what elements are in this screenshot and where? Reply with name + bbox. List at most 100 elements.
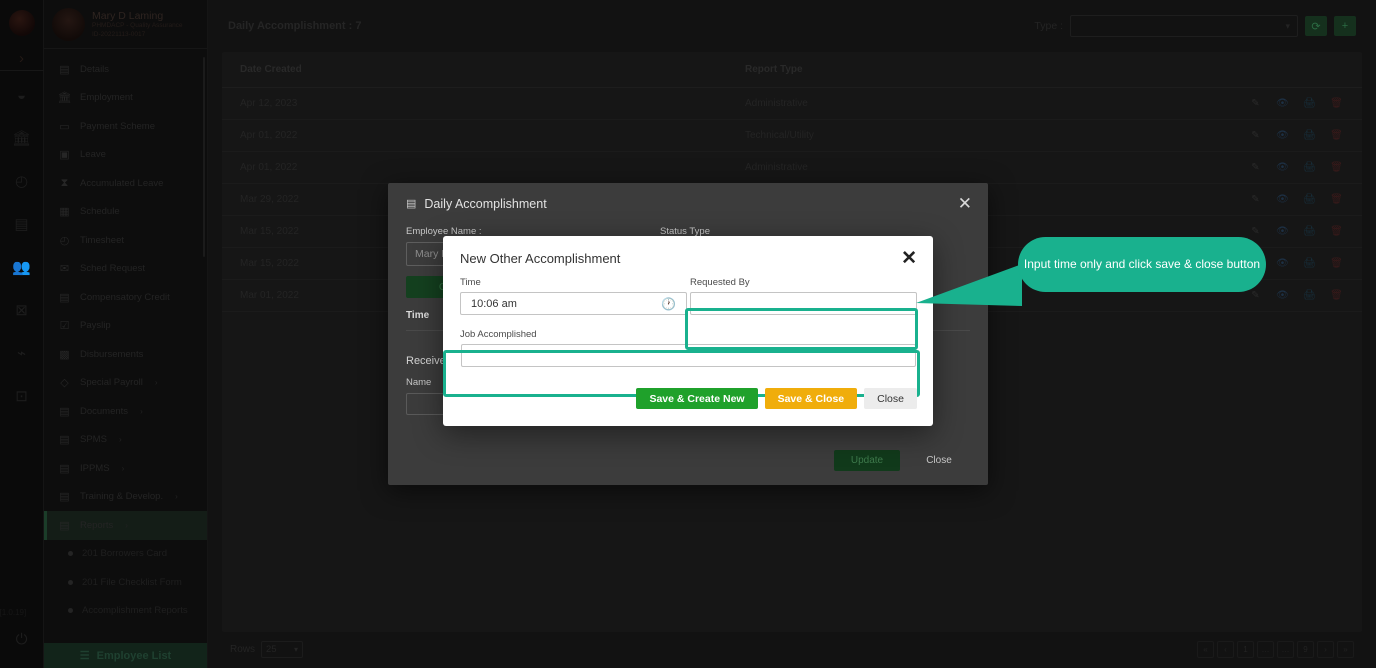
bank-icon[interactable]: 🏛 [0,124,44,152]
people-icon[interactable]: 👥 [0,253,44,281]
time-value: 10:06 am [471,297,517,310]
sidebar-item-spms[interactable]: ▤ SPMS › [44,426,207,455]
chevron-right-icon: › [121,463,125,473]
sidebar-item-label: IPPMS [80,462,110,474]
refresh-button[interactable]: ⟳ [1305,16,1327,36]
delete-icon[interactable]: 🗑 [1330,290,1343,301]
delete-icon[interactable]: 🗑 [1330,226,1343,237]
chevron-down-icon: ▾ [1285,20,1290,31]
requested-by-input[interactable] [690,292,917,315]
sidebar-item-employment[interactable]: 🏛 Employment [44,84,207,113]
dialog-close-button[interactable]: Close [908,450,970,471]
pagination-button[interactable]: 9 [1297,640,1314,658]
rows-per-page-select[interactable]: 25 ▾ [261,640,304,658]
sidebar-item-special-payroll[interactable]: ◇ Special Payroll › [44,369,207,398]
clock-icon[interactable]: ◴ [0,167,44,195]
view-icon[interactable]: 👁 [1276,130,1289,141]
delete-icon[interactable]: 🗑 [1330,194,1343,205]
table-row[interactable]: Apr 01, 2022 Technical/Utility ✎ 👁 🖨 🗑 [222,119,1362,152]
job-accomplished-input[interactable] [461,344,916,367]
sidebar-item-training-development[interactable]: ▤ Training & Develop. › [44,483,207,512]
sidebar-subitem-accomplishment-reports[interactable]: Accomplishment Reports [44,597,207,626]
view-icon[interactable]: 👁 [1276,290,1289,301]
edit-icon[interactable]: ✎ [1250,162,1261,173]
edit-icon[interactable]: ✎ [1250,226,1261,237]
view-icon[interactable]: 👁 [1276,258,1289,269]
dialog-header: ▤ Daily Accomplishment ✕ [388,183,988,212]
delete-icon[interactable]: 🗑 [1330,258,1343,269]
sidebar-item-disbursements[interactable]: ▩ Disbursements [44,340,207,369]
time-input[interactable]: 10:06 am 🕐 [460,292,687,315]
sidebar-item-label: Details [80,63,110,75]
card-icon[interactable]: ▤ [0,210,44,238]
pagination-button[interactable]: 1 [1237,640,1254,658]
view-icon[interactable]: 👁 [1276,194,1289,205]
employment-icon: 🏛 [57,92,72,105]
sidebar-item-leave[interactable]: ▣ Leave [44,141,207,170]
delete-icon[interactable]: 🗑 [1330,162,1343,173]
edit-icon[interactable]: ✎ [1250,194,1261,205]
sidebar-item-payslip[interactable]: ☑ Payslip [44,312,207,341]
add-button[interactable]: + [1334,16,1356,36]
time-label: Time [460,277,481,288]
sidebar-item-accumulated-leave[interactable]: ⧗ Accumulated Leave [44,169,207,198]
edit-icon[interactable]: ✎ [1250,98,1261,109]
print-icon[interactable]: 🖨 [1303,162,1316,173]
edit-icon[interactable]: ✎ [1250,130,1261,141]
sidebar-item-compensatory-credit[interactable]: ▤ Compensatory Credit [44,283,207,312]
pill-icon[interactable]: ⌁ [0,339,44,367]
edit-icon[interactable]: ✎ [1250,290,1261,301]
view-icon[interactable]: 👁 [1276,98,1289,109]
print-icon[interactable]: 🖨 [1303,98,1316,109]
sidebar-item-payment-scheme[interactable]: ▭ Payment Scheme [44,112,207,141]
view-icon[interactable]: 👁 [1276,226,1289,237]
pagination-button[interactable]: ‹ [1217,640,1234,658]
pagination-button[interactable]: … [1277,640,1294,658]
sidebar-item-schedule[interactable]: ▦ Schedule [44,198,207,227]
chart-icon[interactable]: ⊡ [0,382,44,410]
sidebar-scrollbar[interactable] [203,57,205,257]
column-header-report-type[interactable]: Report Type [727,52,1232,88]
view-icon[interactable]: 👁 [1276,162,1289,173]
power-icon[interactable]: ⏻ [0,625,44,653]
dashboard-icon[interactable]: ◒ [0,81,44,109]
sidebar-item-sched-request[interactable]: ✉ Sched Request [44,255,207,284]
sidebar-item-documents[interactable]: ▤ Documents › [44,397,207,426]
sidebar-item-timesheet[interactable]: ◴ Timesheet [44,226,207,255]
pagination-button[interactable]: › [1317,640,1334,658]
column-header-date-created[interactable]: Date Created [222,52,727,88]
print-icon[interactable]: 🖨 [1303,130,1316,141]
modal-footer: Save & Create New Save & Close Close [636,388,917,409]
sidebar-item-details[interactable]: ▤ Details [44,55,207,84]
pagination-button[interactable]: … [1257,640,1274,658]
print-icon[interactable]: 🖨 [1303,258,1316,269]
employee-list-button[interactable]: ☰ Employee List [44,643,207,668]
print-icon[interactable]: 🖨 [1303,194,1316,205]
close-icon[interactable]: ✕ [958,195,972,212]
table-row[interactable]: Apr 01, 2022 Administrative ✎ 👁 🖨 🗑 [222,151,1362,184]
sidebar-subitem-borrowers-card[interactable]: 201 Borrowers Card [44,540,207,569]
document-icon: ▤ [59,405,70,418]
brand-logo-icon[interactable] [0,0,44,46]
close-icon[interactable]: ✕ [901,249,917,268]
bullet-icon [68,579,73,585]
print-icon[interactable]: 🖨 [1303,226,1316,237]
update-button[interactable]: Update [834,450,900,471]
save-close-button[interactable]: Save & Close [764,388,858,409]
sidebar-item-reports[interactable]: ▤ Reports › [44,511,207,540]
delete-icon[interactable]: 🗑 [1330,130,1343,141]
pagination-button[interactable]: « [1197,640,1214,658]
sidebar-item-ippms[interactable]: ▤ IPPMS › [44,454,207,483]
close-button[interactable]: Close [864,388,917,409]
print-icon[interactable]: 🖨 [1303,290,1316,301]
pagination-button[interactable]: » [1337,640,1354,658]
employee-sidebar: Mary D Laming PHMDACP - Quality Assuranc… [44,0,208,668]
type-select[interactable]: ▾ [1070,15,1298,37]
sidebar-subitem-file-checklist[interactable]: 201 File Checklist Form [44,568,207,597]
delete-icon[interactable]: 🗑 [1330,98,1343,109]
inbox-icon[interactable]: ⊠ [0,296,44,324]
chevron-right-icon[interactable]: › [0,46,44,70]
table-row[interactable]: Apr 12, 2023 Administrative ✎ 👁 🖨 🗑 [222,87,1362,120]
clock-icon[interactable]: 🕐 [661,297,676,311]
save-create-new-button[interactable]: Save & Create New [636,388,758,409]
